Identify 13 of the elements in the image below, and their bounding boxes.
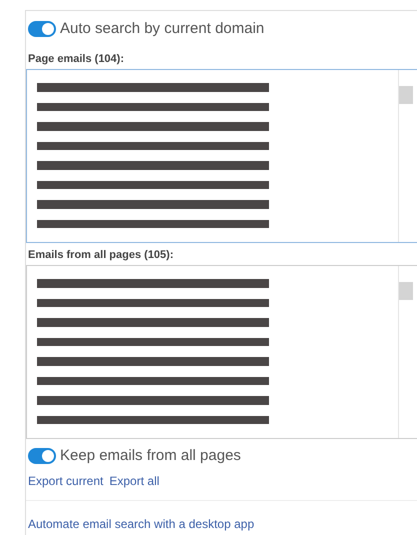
scrollbar[interactable] <box>398 266 413 438</box>
desktop-app-link[interactable]: Automate email search with a desktop app <box>28 517 254 531</box>
export-link[interactable]: Export current <box>28 474 104 488</box>
toggle-label: Keep emails from all pages <box>60 447 241 464</box>
list-title: Emails from all pages (105): <box>28 249 174 261</box>
toggle-switch[interactable] <box>28 20 56 36</box>
export-link[interactable]: Export all <box>109 474 160 488</box>
scrollbar[interactable] <box>398 70 413 242</box>
email-list[interactable] <box>26 265 417 439</box>
email-list[interactable] <box>26 69 417 243</box>
list-title: Page emails (104): <box>28 53 125 65</box>
toggle-switch[interactable] <box>28 448 56 464</box>
toggle-label: Auto search by current domain <box>60 20 264 37</box>
